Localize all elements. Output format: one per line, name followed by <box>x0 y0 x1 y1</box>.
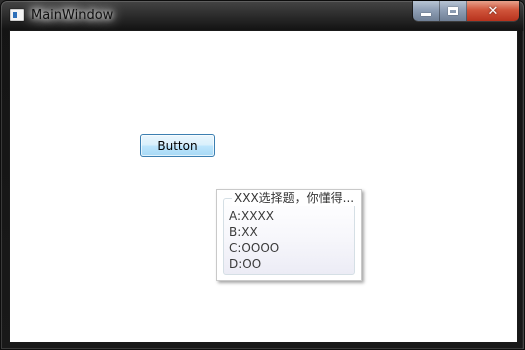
main-window: MainWindow ✕ Button XXX选择题，你懂得... A:XXXX… <box>0 0 525 350</box>
minimize-icon <box>421 12 431 16</box>
maximize-icon <box>448 7 458 15</box>
close-button[interactable]: ✕ <box>467 1 519 21</box>
quiz-groupbox: XXX选择题，你懂得... A:XXXX B:XX C:OOOO D:OO <box>223 190 357 275</box>
quiz-option-d[interactable]: D:OO <box>229 256 350 272</box>
quiz-option-b[interactable]: B:XX <box>229 224 350 240</box>
client-area: Button XXX选择题，你懂得... A:XXXX B:XX C:OOOO … <box>9 30 518 343</box>
close-icon: ✕ <box>487 3 499 19</box>
quiz-title: XXX选择题，你懂得... <box>232 190 357 206</box>
quiz-panel: XXX选择题，你懂得... A:XXXX B:XX C:OOOO D:OO <box>216 189 362 281</box>
quiz-option-a[interactable]: A:XXXX <box>229 208 350 224</box>
window-app-icon <box>10 9 24 21</box>
minimize-button[interactable] <box>413 1 440 21</box>
maximize-button[interactable] <box>440 1 467 21</box>
quiz-options: A:XXXX B:XX C:OOOO D:OO <box>229 208 350 272</box>
main-button[interactable]: Button <box>140 134 215 157</box>
title-bar[interactable]: MainWindow ✕ <box>1 1 525 30</box>
window-title: MainWindow <box>31 8 114 23</box>
quiz-option-c[interactable]: C:OOOO <box>229 240 350 256</box>
caption-buttons: ✕ <box>413 1 519 21</box>
